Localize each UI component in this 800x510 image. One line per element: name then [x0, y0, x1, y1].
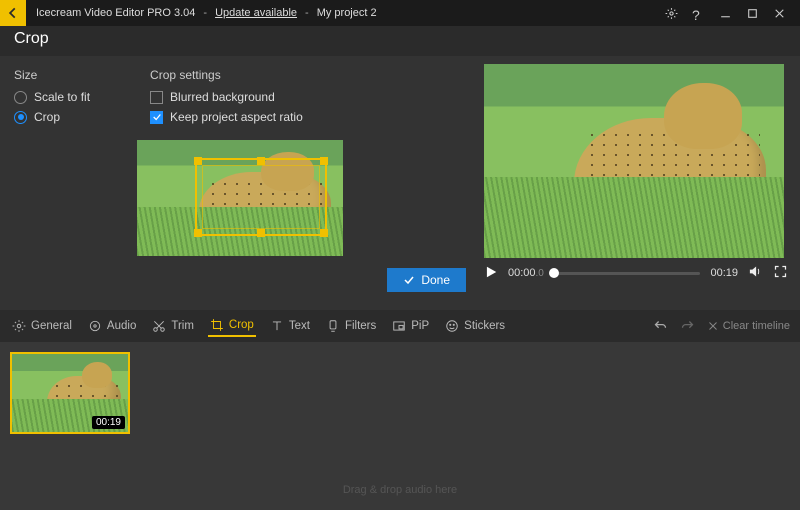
tab-stickers[interactable]: Stickers — [443, 316, 507, 336]
fullscreen-icon[interactable] — [773, 264, 788, 282]
project-name: My project 2 — [317, 7, 377, 19]
clear-timeline-button[interactable]: Clear timeline — [707, 320, 790, 332]
current-time: 00:00.0 — [508, 267, 544, 279]
tab-general[interactable]: General — [10, 316, 74, 336]
crop-selection[interactable] — [195, 158, 327, 236]
tab-text[interactable]: Text — [268, 316, 312, 336]
crop-handle-tl[interactable] — [194, 157, 202, 165]
keep-aspect-option[interactable]: Keep project aspect ratio — [150, 110, 303, 124]
update-link[interactable]: Update available — [215, 7, 297, 19]
tool-tabs: General Audio Trim Crop Text Filters PiP… — [0, 310, 800, 342]
help-icon[interactable]: ? — [692, 7, 705, 20]
redo-button[interactable] — [680, 319, 695, 334]
seek-bar[interactable] — [554, 272, 701, 275]
volume-icon[interactable] — [748, 264, 763, 282]
page-title: Crop — [0, 26, 800, 56]
done-button[interactable]: Done — [387, 268, 466, 292]
scale-to-fit-option[interactable]: Scale to fit — [14, 90, 90, 104]
crop-handle-br[interactable] — [320, 229, 328, 237]
size-heading: Size — [14, 68, 90, 82]
close-icon[interactable] — [773, 7, 786, 20]
tab-pip[interactable]: PiP — [390, 316, 431, 336]
playback-bar: 00:00.0 00:19 — [484, 264, 788, 282]
crop-editor[interactable] — [137, 140, 343, 256]
crop-handle-tr[interactable] — [320, 157, 328, 165]
seek-thumb[interactable] — [549, 268, 559, 278]
undo-button[interactable] — [653, 319, 668, 334]
crop-option[interactable]: Crop — [14, 110, 90, 124]
crop-handle-bm[interactable] — [257, 229, 265, 237]
play-button[interactable] — [484, 265, 498, 282]
maximize-icon[interactable] — [746, 7, 759, 20]
app-title: Icecream Video Editor PRO 3.04 - Update … — [36, 7, 377, 19]
crop-handle-bl[interactable] — [194, 229, 202, 237]
timeline-clip[interactable]: 00:19 — [10, 352, 130, 434]
clip-duration: 00:19 — [92, 416, 125, 429]
tab-audio[interactable]: Audio — [86, 316, 138, 336]
settings-icon[interactable] — [665, 7, 678, 20]
blurred-bg-option[interactable]: Blurred background — [150, 90, 303, 104]
crop-settings-panel: Crop settings Blurred background Keep pr… — [150, 68, 303, 130]
video-preview[interactable] — [484, 64, 784, 258]
back-button[interactable] — [0, 0, 26, 26]
tab-trim[interactable]: Trim — [150, 316, 196, 336]
total-time: 00:19 — [710, 267, 738, 279]
crop-handle-tm[interactable] — [257, 157, 265, 165]
checkbox-icon — [150, 91, 163, 104]
app-name: Icecream Video Editor PRO 3.04 — [36, 7, 195, 19]
timeline[interactable]: 00:19 Drag & drop audio here — [0, 342, 800, 510]
title-bar: Icecream Video Editor PRO 3.04 - Update … — [0, 0, 800, 26]
tab-crop[interactable]: Crop — [208, 315, 256, 337]
crop-settings-heading: Crop settings — [150, 68, 303, 82]
radio-icon — [14, 111, 27, 124]
audio-drop-hint: Drag & drop audio here — [10, 484, 790, 496]
minimize-icon[interactable] — [719, 7, 732, 20]
tab-filters[interactable]: Filters — [324, 316, 378, 336]
checkbox-icon — [150, 111, 163, 124]
size-panel: Size Scale to fit Crop — [14, 68, 90, 130]
radio-icon — [14, 91, 27, 104]
